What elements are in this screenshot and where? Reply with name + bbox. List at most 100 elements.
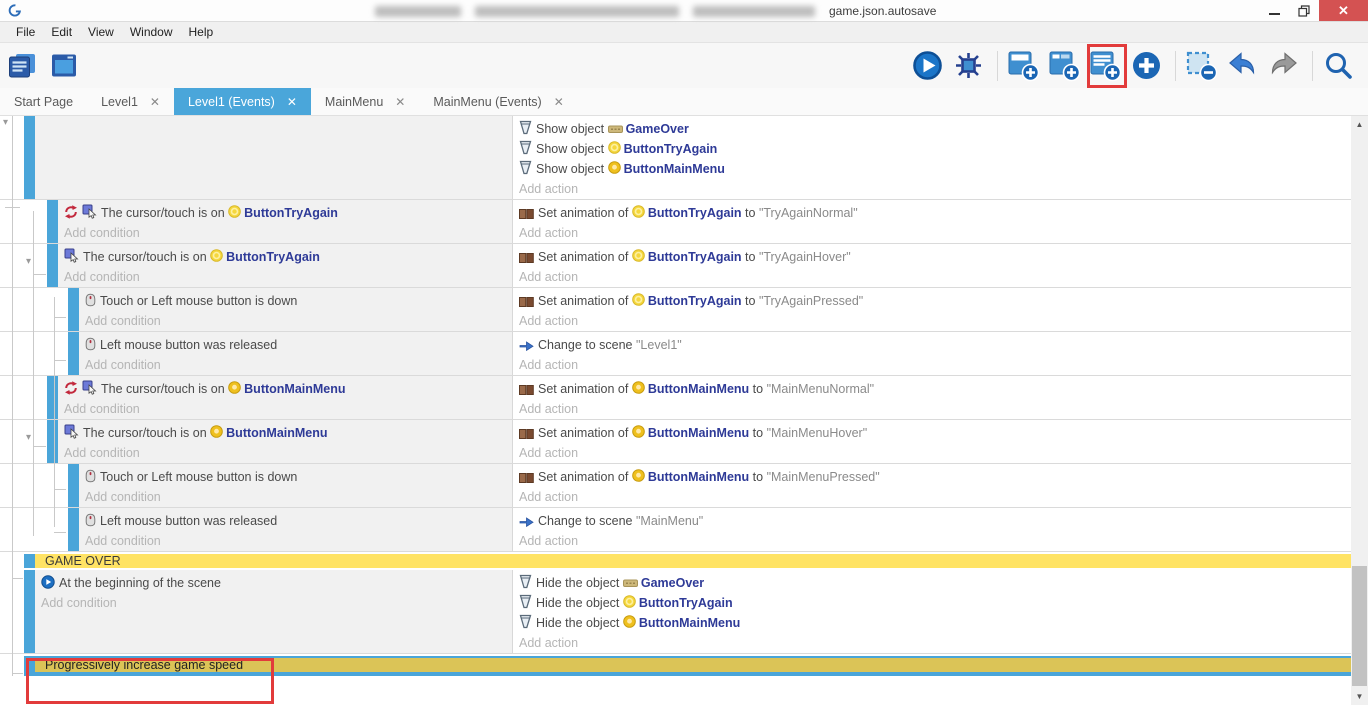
menu-item-edit[interactable]: Edit <box>43 25 80 39</box>
tab-mainmenu[interactable]: MainMenu✕ <box>311 88 419 115</box>
event-selection-bar[interactable] <box>24 116 35 199</box>
action-line[interactable]: Hide the object ButtonMainMenu <box>519 613 1351 633</box>
menu-item-view[interactable]: View <box>80 25 122 39</box>
conditions-cell[interactable]: At the beginning of the sceneAdd conditi… <box>35 570 512 653</box>
add-action-link[interactable]: Add action <box>519 355 1351 375</box>
add-action-link[interactable]: Add action <box>519 179 1351 199</box>
actions-cell[interactable]: Change to scene "Level1"Add action <box>512 332 1351 375</box>
actions-cell[interactable]: Set animation of ButtonTryAgain to "TryA… <box>512 288 1351 331</box>
add-event-button[interactable] <box>1007 47 1043 85</box>
conditions-cell[interactable] <box>35 116 512 199</box>
event-selection-bar[interactable] <box>24 570 35 653</box>
delete-event-button[interactable] <box>1185 47 1221 85</box>
add-subevent-button[interactable] <box>1048 47 1084 85</box>
action-line[interactable]: Hide the object GameOver <box>519 573 1351 593</box>
conditions-cell[interactable]: Left mouse button was releasedAdd condit… <box>79 508 512 551</box>
action-line[interactable]: Show object GameOver <box>519 119 1351 139</box>
add-condition-link[interactable]: Add condition <box>85 355 512 375</box>
preview-button[interactable] <box>911 47 947 85</box>
action-line[interactable]: Change to scene "MainMenu" <box>519 511 1351 531</box>
actions-cell[interactable]: Set animation of ButtonMainMenu to "Main… <box>512 376 1351 419</box>
menu-item-help[interactable]: Help <box>181 25 222 39</box>
redo-button[interactable] <box>1267 47 1303 85</box>
conditions-cell[interactable]: Left mouse button was releasedAdd condit… <box>79 332 512 375</box>
search-button[interactable] <box>1322 47 1358 85</box>
actions-cell[interactable]: Show object GameOverShow object ButtonTr… <box>512 116 1351 199</box>
action-line[interactable]: Set animation of ButtonTryAgain to "TryA… <box>519 247 1351 267</box>
add-condition-link[interactable]: Add condition <box>64 223 512 243</box>
event-selection-bar[interactable] <box>24 656 35 676</box>
actions-cell[interactable]: Hide the object GameOver Hide the object … <box>512 570 1351 653</box>
action-line[interactable]: Set animation of ButtonMainMenu to "Main… <box>519 423 1351 443</box>
action-line[interactable]: Set animation of ButtonTryAgain to "TryA… <box>519 203 1351 223</box>
conditions-cell[interactable]: Touch or Left mouse button is downAdd co… <box>79 288 512 331</box>
action-line[interactable]: Set animation of ButtonMainMenu to "Main… <box>519 379 1351 399</box>
action-line[interactable]: Change to scene "Level1" <box>519 335 1351 355</box>
scroll-up-icon[interactable]: ▲ <box>1351 116 1368 133</box>
comment-body[interactable]: GAME OVER <box>35 554 1351 568</box>
condition-line[interactable]: Left mouse button was released <box>85 335 512 355</box>
condition-line[interactable]: The cursor/touch is on ButtonMainMenu <box>64 423 512 443</box>
tab-level1[interactable]: Level1✕ <box>87 88 174 115</box>
debug-button[interactable] <box>952 47 988 85</box>
project-manager-button[interactable] <box>6 47 42 85</box>
add-action-link[interactable]: Add action <box>519 633 1351 653</box>
add-more-button[interactable] <box>1130 47 1166 85</box>
undo-button[interactable] <box>1226 47 1262 85</box>
scrollbar-thumb[interactable] <box>1352 566 1367 686</box>
menu-item-file[interactable]: File <box>8 25 43 39</box>
menu-item-window[interactable]: Window <box>122 25 181 39</box>
collapse-expander-icon[interactable]: ▾ <box>3 118 8 128</box>
scroll-down-icon[interactable]: ▼ <box>1351 688 1368 705</box>
add-condition-link[interactable]: Add condition <box>64 399 512 419</box>
add-action-link[interactable]: Add action <box>519 399 1351 419</box>
add-action-link[interactable]: Add action <box>519 223 1351 243</box>
condition-line[interactable]: Left mouse button was released <box>85 511 512 531</box>
condition-line[interactable]: The cursor/touch is on ButtonTryAgain <box>64 203 512 223</box>
event-selection-bar[interactable] <box>68 332 79 375</box>
actions-cell[interactable]: Set animation of ButtonMainMenu to "Main… <box>512 464 1351 507</box>
actions-cell[interactable]: Set animation of ButtonMainMenu to "Main… <box>512 420 1351 463</box>
condition-line[interactable]: Touch or Left mouse button is down <box>85 467 512 487</box>
condition-line[interactable]: Touch or Left mouse button is down <box>85 291 512 311</box>
actions-cell[interactable]: Set animation of ButtonTryAgain to "TryA… <box>512 200 1351 243</box>
event-selection-bar[interactable] <box>24 554 35 568</box>
event-selection-bar[interactable] <box>68 288 79 331</box>
conditions-cell[interactable]: The cursor/touch is on ButtonTryAgainAdd… <box>58 200 512 243</box>
tab-mainmenu-events-[interactable]: MainMenu (Events)✕ <box>419 88 577 115</box>
add-action-link[interactable]: Add action <box>519 531 1351 551</box>
add-condition-link[interactable]: Add condition <box>64 443 512 463</box>
collapse-expander-icon[interactable]: ▾ <box>26 257 31 267</box>
close-button[interactable]: ✕ <box>1319 0 1368 21</box>
action-line[interactable]: Set animation of ButtonMainMenu to "Main… <box>519 467 1351 487</box>
action-line[interactable]: Show object ButtonMainMenu <box>519 159 1351 179</box>
add-action-link[interactable]: Add action <box>519 487 1351 507</box>
add-action-link[interactable]: Add action <box>519 311 1351 331</box>
restore-button[interactable] <box>1289 0 1319 21</box>
collapse-expander-icon[interactable]: ▾ <box>26 433 31 443</box>
actions-cell[interactable]: Set animation of ButtonTryAgain to "TryA… <box>512 244 1351 287</box>
actions-cell[interactable]: Change to scene "MainMenu"Add action <box>512 508 1351 551</box>
action-line[interactable]: Set animation of ButtonTryAgain to "TryA… <box>519 291 1351 311</box>
add-condition-link[interactable]: Add condition <box>64 267 512 287</box>
add-condition-link[interactable]: Add condition <box>41 593 512 613</box>
tab-close-icon[interactable]: ✕ <box>150 95 160 109</box>
add-action-link[interactable]: Add action <box>519 443 1351 463</box>
tab-start-page[interactable]: Start Page <box>0 88 87 115</box>
tab-level1-events-[interactable]: Level1 (Events)✕ <box>174 88 311 115</box>
event-selection-bar[interactable] <box>68 464 79 507</box>
minimize-button[interactable] <box>1259 0 1289 21</box>
event-selection-bar[interactable] <box>47 420 58 463</box>
add-action-link[interactable]: Add action <box>519 267 1351 287</box>
action-line[interactable]: Show object ButtonTryAgain <box>519 139 1351 159</box>
add-condition-link[interactable]: Add condition <box>85 531 512 551</box>
add-condition-link[interactable]: Add condition <box>85 311 512 331</box>
condition-line[interactable]: At the beginning of the scene <box>41 573 512 593</box>
tab-close-icon[interactable]: ✕ <box>395 95 405 109</box>
event-selection-bar[interactable] <box>47 244 58 287</box>
conditions-cell[interactable]: The cursor/touch is on ButtonMainMenuAdd… <box>58 420 512 463</box>
comment-row[interactable]: GAME OVER <box>0 554 1351 568</box>
conditions-cell[interactable]: The cursor/touch is on ButtonTryAgainAdd… <box>58 244 512 287</box>
add-condition-link[interactable]: Add condition <box>85 487 512 507</box>
conditions-cell[interactable]: Touch or Left mouse button is downAdd co… <box>79 464 512 507</box>
